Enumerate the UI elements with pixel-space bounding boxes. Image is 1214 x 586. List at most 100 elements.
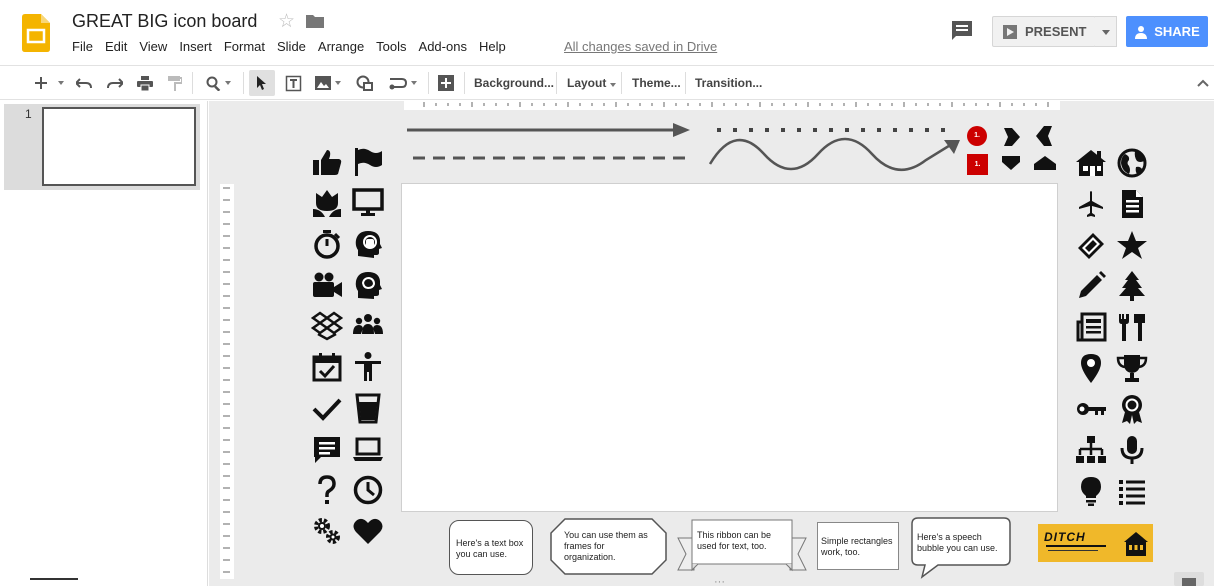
shape-button[interactable] <box>351 70 377 96</box>
ribbon-caption: This ribbon can be used for text, too. <box>697 530 783 552</box>
checkmark-icon[interactable] <box>311 392 343 424</box>
menu-slide[interactable]: Slide <box>271 38 312 56</box>
list-icon[interactable] <box>1116 475 1148 507</box>
monitor-icon[interactable] <box>352 187 384 219</box>
zoom-button[interactable] <box>198 70 238 96</box>
pine-tree-icon[interactable] <box>1116 270 1148 302</box>
solid-arrow[interactable] <box>407 123 690 137</box>
head-headphones-icon[interactable] <box>352 228 384 260</box>
head-brain-icon[interactable] <box>352 269 384 301</box>
newspaper-icon[interactable] <box>1075 311 1107 343</box>
question-mark-icon[interactable] <box>311 474 343 506</box>
insert-image-button[interactable] <box>310 70 346 96</box>
paint-format-button[interactable] <box>163 70 187 96</box>
new-slide-layout-dropdown[interactable] <box>54 70 64 96</box>
share-button[interactable]: SHARE <box>1126 16 1208 47</box>
up-arrow-shape[interactable] <box>1034 156 1056 170</box>
toolbar: Background... Layout Theme... Transition… <box>0 65 1214 100</box>
star-icon[interactable]: ☆ <box>278 10 295 33</box>
glass-icon[interactable] <box>352 392 384 424</box>
text-box-button[interactable] <box>281 70 305 96</box>
globe-icon[interactable] <box>1116 147 1148 179</box>
lightbulb-icon[interactable] <box>1075 475 1107 507</box>
folder-icon[interactable] <box>306 14 324 28</box>
menu-bar: File Edit View Insert Format Slide Arran… <box>66 38 512 56</box>
star-shape-icon[interactable] <box>1116 229 1148 261</box>
down-arrow-shape[interactable] <box>1002 156 1020 170</box>
collapse-toolbar-button[interactable] <box>1194 70 1212 96</box>
redo-button[interactable] <box>103 70 127 96</box>
menu-addons[interactable]: Add-ons <box>413 38 473 56</box>
thumbs-up-icon[interactable] <box>311 146 343 178</box>
number-badge-circle[interactable]: 1. <box>967 126 987 146</box>
eraser-icon[interactable] <box>1075 229 1107 261</box>
trophy-icon[interactable] <box>1116 352 1148 384</box>
rounded-text-box[interactable]: Here's a text box you can use. <box>449 520 533 575</box>
slides-logo-icon[interactable] <box>22 14 50 52</box>
layout-button[interactable]: Layout <box>567 70 616 96</box>
dropbox-icon[interactable] <box>311 310 343 342</box>
insert-comment-button[interactable] <box>434 70 458 96</box>
number-badge-square[interactable]: 1. <box>967 154 988 175</box>
comments-icon[interactable] <box>950 20 974 42</box>
menu-file[interactable]: File <box>66 38 99 56</box>
person-standing-icon[interactable] <box>352 351 384 383</box>
flag-icon[interactable] <box>352 146 384 178</box>
menu-edit[interactable]: Edit <box>99 38 133 56</box>
slide-thumbnail[interactable] <box>42 107 196 186</box>
arrow-shapes-group <box>998 124 1060 176</box>
calendar-check-icon[interactable] <box>311 351 343 383</box>
line-button[interactable] <box>383 70 423 96</box>
award-ribbon-icon[interactable] <box>1116 393 1148 425</box>
document-title[interactable]: GREAT BIG icon board <box>72 11 257 32</box>
chevron-up-icon <box>1197 79 1209 87</box>
theme-button[interactable]: Theme... <box>632 70 681 96</box>
menu-arrange[interactable]: Arrange <box>312 38 370 56</box>
right-arrow-shape[interactable] <box>1004 128 1020 146</box>
microphone-icon[interactable] <box>1116 434 1148 466</box>
present-dropdown-button[interactable] <box>1095 16 1117 47</box>
pencil-icon[interactable] <box>1075 270 1107 302</box>
menu-help[interactable]: Help <box>473 38 512 56</box>
org-chart-icon[interactable] <box>1075 434 1107 466</box>
document-icon[interactable] <box>1116 188 1148 220</box>
menu-insert[interactable]: Insert <box>173 38 218 56</box>
stopwatch-icon[interactable] <box>311 228 343 260</box>
schoolhouse-icon <box>1122 528 1150 558</box>
menu-view[interactable]: View <box>133 38 173 56</box>
clock-icon[interactable] <box>352 474 384 506</box>
heart-icon[interactable] <box>352 515 384 547</box>
gears-icon[interactable] <box>311 515 343 547</box>
map-pin-icon[interactable] <box>1075 352 1107 384</box>
tulip-icon[interactable] <box>311 187 343 219</box>
save-status-link[interactable]: All changes saved in Drive <box>564 39 717 54</box>
ditch-logo[interactable]: DITCH <box>1038 524 1153 562</box>
tools-icon[interactable] <box>1116 311 1148 343</box>
menu-format[interactable]: Format <box>218 38 271 56</box>
menu-tools[interactable]: Tools <box>370 38 412 56</box>
undo-button[interactable] <box>72 70 96 96</box>
squiggle-arrow[interactable] <box>708 136 964 172</box>
laptop-icon[interactable] <box>352 433 384 465</box>
present-button[interactable]: PRESENT <box>992 16 1096 47</box>
dotted-line[interactable] <box>715 124 955 136</box>
message-icon[interactable] <box>311 433 343 465</box>
vertical-ruler <box>220 184 234 579</box>
transition-button[interactable]: Transition... <box>695 70 762 96</box>
print-button[interactable] <box>133 70 157 96</box>
new-slide-button[interactable] <box>26 70 56 96</box>
background-button[interactable]: Background... <box>474 70 554 96</box>
left-arrow-shape[interactable] <box>1036 126 1052 146</box>
select-tool-button[interactable] <box>249 70 275 96</box>
group-people-icon[interactable] <box>352 310 384 342</box>
key-icon[interactable] <box>1075 393 1107 425</box>
resize-handle[interactable]: ··· <box>714 576 725 586</box>
text-box-icon <box>285 75 302 92</box>
house-icon[interactable] <box>1075 147 1107 179</box>
line-elements-group <box>405 118 695 168</box>
slide-canvas[interactable] <box>401 183 1058 512</box>
simple-rectangle[interactable]: Simple rectangles work, too. <box>817 522 899 570</box>
speaker-notes-icon[interactable] <box>1174 572 1204 586</box>
video-camera-icon[interactable] <box>311 269 343 301</box>
airplane-icon[interactable] <box>1075 188 1107 220</box>
